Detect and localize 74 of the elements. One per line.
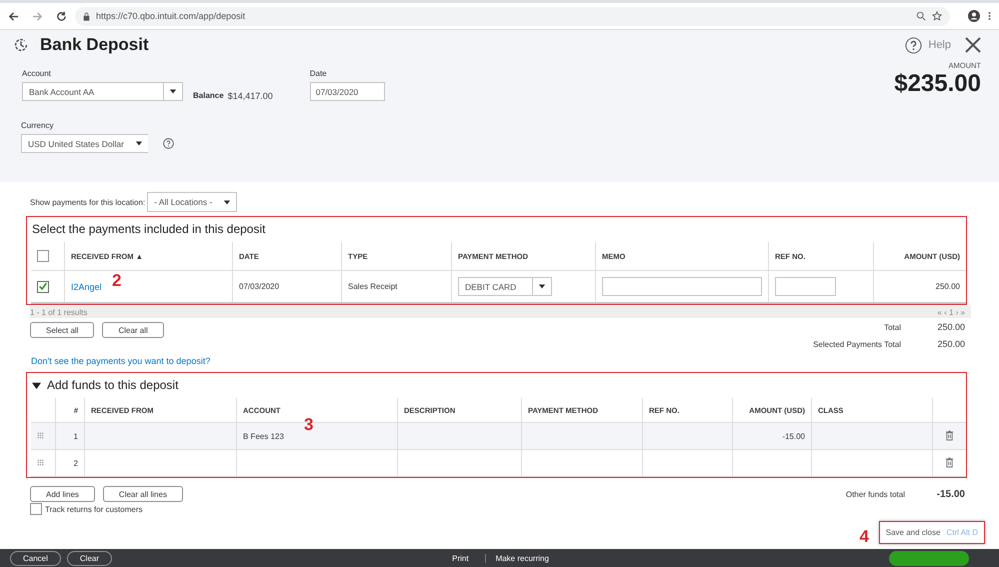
menu-item-label: Save and close [886, 528, 940, 537]
caret-icon [135, 140, 143, 147]
ref-field[interactable] [775, 277, 836, 296]
back-icon [8, 10, 19, 22]
caret-icon [169, 88, 177, 95]
annotation-number: 2 [112, 271, 122, 291]
footer-button[interactable]: Cancel [10, 550, 61, 566]
trash-icon [945, 430, 954, 440]
action-button[interactable]: Clear all [102, 322, 164, 338]
drag-handle-icon [37, 432, 44, 438]
footer-button[interactable]: Clear [66, 550, 112, 566]
customer-link[interactable]: I2Angel [71, 282, 102, 292]
currency-dropdown[interactable]: USD United States Dollar [21, 134, 148, 153]
total-value: -15.00 [936, 488, 965, 500]
annotation-number: 4 [860, 527, 869, 547]
caret-icon [538, 283, 546, 290]
close-icon [965, 37, 981, 53]
checkbox-label: Track returns for customers [45, 504, 143, 514]
row-number: 2 [74, 458, 78, 468]
amount-total: $235.00 [894, 70, 981, 98]
table-cell: 07/03/2020 [232, 270, 342, 303]
address-bar[interactable]: https://c70.qbo.intuit.com/app/deposit [75, 6, 950, 26]
action-button[interactable]: Select all [30, 322, 94, 338]
field-label: Date [310, 69, 328, 78]
location-dropdown[interactable]: - All Locations - [147, 192, 238, 212]
help-icon [905, 36, 922, 54]
total-value: 250.00 [936, 322, 965, 332]
date-field[interactable]: 07/03/2020 [310, 82, 385, 101]
total-label: Selected Payments Total [813, 340, 901, 348]
drag-handle-icon [37, 458, 44, 466]
account-icon [968, 10, 980, 22]
filter-label: Show payments for this location: [30, 198, 146, 206]
reload-icon [56, 10, 67, 22]
field-label: Account [22, 69, 52, 78]
save-split-button[interactable] [889, 550, 969, 566]
memo-field[interactable] [602, 277, 762, 296]
footer-link[interactable]: Print [442, 554, 479, 562]
help-icon [163, 138, 174, 149]
trash-icon [945, 456, 954, 468]
section-title: Select the payments included in this deposit [31, 221, 266, 238]
results-count: 1 - 1 of 1 results [30, 308, 88, 316]
balance-label: Balance [193, 91, 224, 100]
row-number: 1 [74, 432, 78, 440]
page-title: Bank Deposit [40, 35, 149, 55]
checkbox[interactable] [30, 503, 42, 515]
checkbox[interactable] [37, 250, 49, 262]
field-label: Currency [21, 121, 54, 130]
payment-method-dropdown[interactable]: DEBIT CARD [458, 277, 552, 296]
total-value: 250.00 [936, 339, 965, 349]
account-dropdown[interactable]: Bank Account AA [22, 82, 183, 101]
more-icon [988, 10, 991, 22]
shortcut-hint: Ctrl Alt D [946, 528, 978, 537]
total-label: Other funds total [846, 490, 905, 498]
table-cell: -15.00 [782, 432, 805, 440]
action-button[interactable]: Add lines [30, 486, 95, 502]
table-cell: 250.00 [874, 270, 966, 303]
save-and-close-menu-item[interactable]: Save and close Ctrl Alt D [878, 521, 985, 544]
url-text: https://c70.qbo.intuit.com/app/deposit [96, 11, 246, 21]
checkbox[interactable] [37, 280, 49, 292]
caret-icon [223, 198, 232, 206]
balance-value: $14,417.00 [228, 90, 273, 100]
section-title[interactable]: Add funds to this deposit [47, 378, 178, 392]
zoom-icon [916, 11, 926, 21]
help-link[interactable]: Don't see the payments you want to deposit? [31, 356, 967, 366]
lock-icon [83, 12, 90, 20]
checkmark-icon [38, 281, 48, 292]
forward-icon [32, 10, 43, 22]
footer-link[interactable]: Make recurring [484, 554, 559, 562]
star-icon [932, 11, 942, 21]
total-label: Total [884, 322, 901, 332]
action-button[interactable]: Clear all lines [102, 486, 183, 502]
table-cell: Sales Receipt [342, 270, 452, 303]
clock-icon [12, 36, 30, 54]
table-cell: B Fees 123 [243, 432, 284, 440]
